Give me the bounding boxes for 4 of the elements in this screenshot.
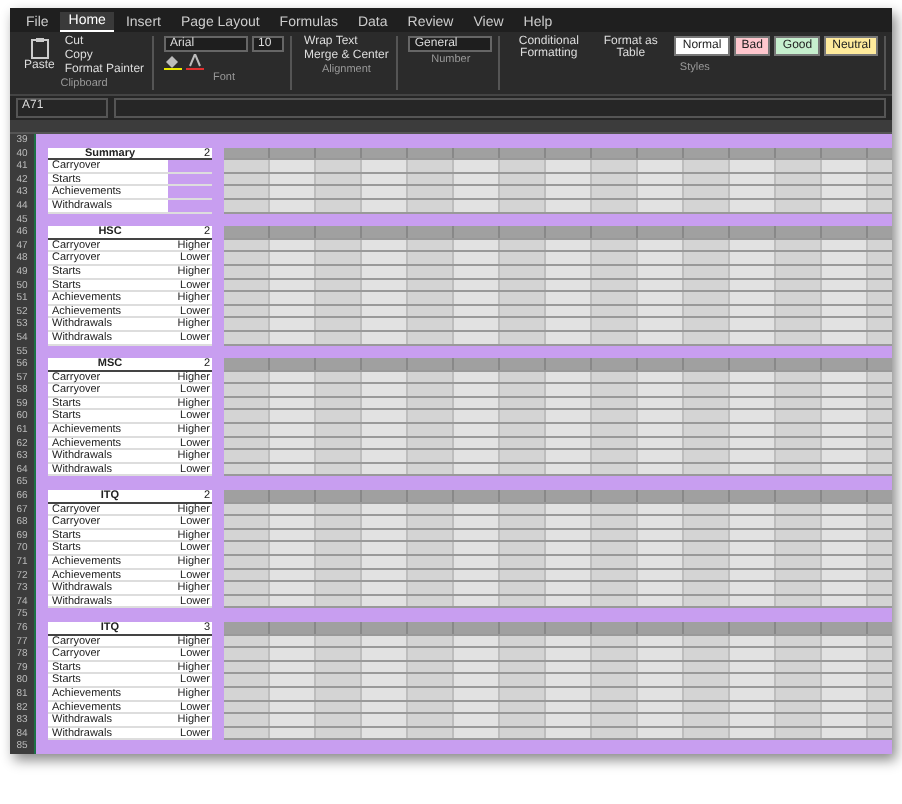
fill-color-icon[interactable] [164, 54, 183, 70]
clipboard-icon [27, 36, 52, 60]
font-color-icon[interactable] [186, 54, 205, 70]
formula-field[interactable] [114, 98, 886, 118]
